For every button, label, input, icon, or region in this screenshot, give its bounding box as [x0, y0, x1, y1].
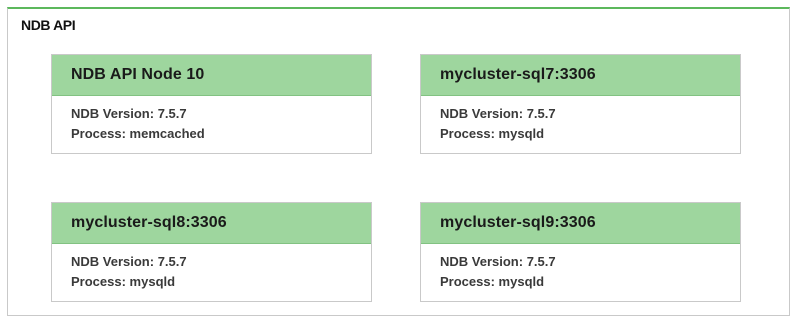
node-card[interactable]: mycluster-sql7:3306 NDB Version: 7.5.7 P… [420, 54, 741, 154]
node-card[interactable]: NDB API Node 10 NDB Version: 7.5.7 Proce… [51, 54, 372, 154]
node-card-header[interactable]: mycluster-sql9:3306 [421, 203, 740, 244]
process-value: mysqld [498, 126, 545, 141]
process-value: mysqld [129, 274, 176, 289]
ndb-api-panel: NDB API NDB API Node 10 NDB Version: 7.5… [7, 7, 790, 316]
node-card-header[interactable]: mycluster-sql7:3306 [421, 55, 740, 96]
node-card-body: NDB Version: 7.5.7 Process: mysqld [421, 96, 740, 144]
ndb-version-label: NDB Version: [71, 254, 155, 269]
ndb-version-row: NDB Version: 7.5.7 [440, 104, 740, 124]
ndb-version-row: NDB Version: 7.5.7 [71, 252, 371, 272]
node-title: NDB API Node 10 [71, 66, 205, 83]
process-label: Process: [440, 126, 495, 141]
node-title: mycluster-sql8:3306 [71, 214, 227, 231]
ndb-version-value: 7.5.7 [526, 254, 556, 269]
node-card-body: NDB Version: 7.5.7 Process: mysqld [421, 244, 740, 292]
node-card-body: NDB Version: 7.5.7 Process: mysqld [52, 244, 371, 292]
panel-title: NDB API [21, 17, 76, 33]
ndb-version-label: NDB Version: [440, 254, 524, 269]
process-value: mysqld [498, 274, 545, 289]
node-card-header[interactable]: mycluster-sql8:3306 [52, 203, 371, 244]
process-value: memcached [129, 126, 205, 141]
node-card-body: NDB Version: 7.5.7 Process: memcached [52, 96, 371, 144]
process-row: Process: mysqld [440, 124, 740, 144]
node-title: mycluster-sql9:3306 [440, 214, 596, 231]
ndb-version-row: NDB Version: 7.5.7 [71, 104, 371, 124]
ndb-version-row: NDB Version: 7.5.7 [440, 252, 740, 272]
ndb-version-label: NDB Version: [71, 106, 155, 121]
node-title: mycluster-sql7:3306 [440, 66, 596, 83]
process-row: Process: memcached [71, 124, 371, 144]
node-card[interactable]: mycluster-sql9:3306 NDB Version: 7.5.7 P… [420, 202, 741, 302]
node-card-header[interactable]: NDB API Node 10 [52, 55, 371, 96]
ndb-version-value: 7.5.7 [157, 106, 187, 121]
ndb-version-label: NDB Version: [440, 106, 524, 121]
process-label: Process: [71, 274, 126, 289]
process-label: Process: [440, 274, 495, 289]
process-row: Process: mysqld [440, 272, 740, 292]
node-card[interactable]: mycluster-sql8:3306 NDB Version: 7.5.7 P… [51, 202, 372, 302]
ndb-version-value: 7.5.7 [526, 106, 556, 121]
ndb-version-value: 7.5.7 [157, 254, 187, 269]
process-row: Process: mysqld [71, 272, 371, 292]
process-label: Process: [71, 126, 126, 141]
